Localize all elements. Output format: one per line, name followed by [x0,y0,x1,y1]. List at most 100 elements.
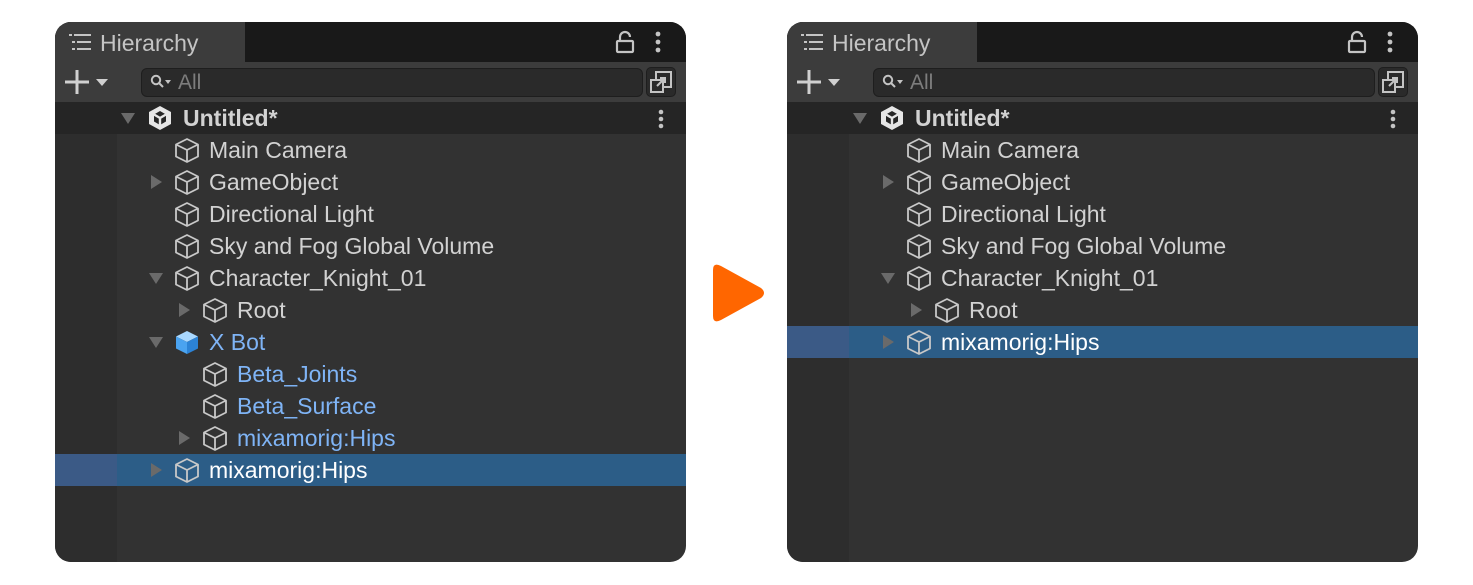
toolbar: All [55,62,686,103]
scene-header[interactable]: Untitled* [55,102,686,134]
cube-icon [203,298,227,323]
tree-item[interactable]: Character_Knight_01 [787,262,1418,294]
tab-bar: Hierarchy [55,22,686,62]
tab-title: Hierarchy [100,30,199,56]
cube-icon [203,362,227,387]
hierarchy-panel-after: Hierarchy All Untitled* Main Camera Game… [787,22,1418,562]
foldout-collapsed-icon[interactable] [177,303,191,317]
lock-icon[interactable] [615,30,635,54]
list-icon [69,34,91,50]
tree-item-label: X Bot [209,329,266,355]
cube-icon [907,202,931,227]
tree-item[interactable]: Main Camera [787,134,1418,166]
cube-icon [907,170,931,195]
unity-logo-icon [881,106,903,130]
tree-item-label: GameObject [209,169,339,195]
tree-item-label: mixamorig:Hips [941,329,1100,355]
tree-item[interactable]: Root [787,294,1418,326]
tree-item[interactable]: GameObject [55,166,686,198]
cube-icon [907,266,931,291]
foldout-expanded-icon[interactable] [121,111,135,125]
tab-title: Hierarchy [832,30,931,56]
foldout-collapsed-icon[interactable] [149,463,163,477]
foldout-expanded-icon[interactable] [149,335,163,349]
maximize-button[interactable] [1378,67,1408,97]
search-icon [882,74,903,88]
kebab-menu-icon[interactable] [652,30,664,54]
tree-item-label: Sky and Fog Global Volume [209,233,495,259]
tree-item-label: mixamorig:Hips [209,457,368,483]
foldout-collapsed-icon[interactable] [909,303,923,317]
cube-icon [203,394,227,419]
add-dropdown-button[interactable] [65,70,117,94]
tree-item-label: Directional Light [941,201,1106,227]
tree-item[interactable]: Character_Knight_01 [55,262,686,294]
tree-item[interactable]: Beta_Surface [55,390,686,422]
tree-item[interactable]: Directional Light [55,198,686,230]
tree-item-label: Beta_Surface [237,393,377,419]
cube-icon [203,426,227,451]
tree-item-label: Beta_Joints [237,361,358,387]
tree-item-label: Sky and Fog Global Volume [941,233,1227,259]
foldout-collapsed-icon[interactable] [177,431,191,445]
expand-icon [650,71,672,93]
cube-icon [175,458,199,483]
foldout-expanded-icon[interactable] [881,271,895,285]
tree-item[interactable]: Root [55,294,686,326]
cube-icon [175,234,199,259]
kebab-menu-icon[interactable] [1384,30,1396,54]
foldout-collapsed-icon[interactable] [881,335,895,349]
cube-icon [907,330,931,355]
kebab-menu-icon[interactable] [1387,108,1399,130]
tree-item-label: Character_Knight_01 [941,265,1159,291]
tree-item[interactable]: Sky and Fog Global Volume [787,230,1418,262]
cube-icon [935,298,959,323]
maximize-button[interactable] [646,67,676,97]
tree-item[interactable]: mixamorig:Hips [55,454,686,486]
tab-bar: Hierarchy [787,22,1418,62]
unity-logo-icon [149,106,171,130]
tree-item[interactable]: mixamorig:Hips [787,326,1418,358]
foldout-collapsed-icon[interactable] [149,175,163,189]
tree-item-label: Main Camera [941,137,1080,163]
list-icon [801,34,823,50]
foldout-collapsed-icon[interactable] [881,175,895,189]
kebab-menu-icon[interactable] [655,108,667,130]
tree-item[interactable]: mixamorig:Hips [55,422,686,454]
tree-item[interactable]: Beta_Joints [55,358,686,390]
tree-item[interactable]: Sky and Fog Global Volume [55,230,686,262]
cube-icon [175,138,199,163]
toolbar: All [787,62,1418,103]
arrow-right-icon [713,264,764,322]
selection-gutter [787,326,849,358]
hierarchy-panel-before: Hierarchy All Untitled* Main Camera Game… [55,22,686,562]
tree-item-label: Directional Light [209,201,374,227]
cube-icon [175,202,199,227]
search-icon [150,74,171,88]
tab-hierarchy[interactable]: Hierarchy [787,22,978,62]
hierarchy-tree: Untitled* Main Camera GameObject Direction… [787,102,1418,562]
prefab-cube-icon [176,331,198,354]
foldout-expanded-icon[interactable] [853,111,867,125]
tab-hierarchy[interactable]: Hierarchy [55,22,246,62]
search-placeholder: All [178,71,202,94]
cube-icon [907,138,931,163]
selection-gutter [55,454,117,486]
tree-item[interactable]: Directional Light [787,198,1418,230]
search-input[interactable]: All [141,68,643,97]
tree-item-label: Root [237,297,286,323]
foldout-expanded-icon[interactable] [149,271,163,285]
search-input[interactable]: All [873,68,1375,97]
scene-name: Untitled* [915,105,1010,131]
tree-item[interactable]: X Bot [55,326,686,358]
add-dropdown-button[interactable] [797,70,849,94]
scene-header[interactable]: Untitled* [787,102,1418,134]
search-placeholder: All [910,71,934,94]
cube-icon [175,266,199,291]
scene-name: Untitled* [183,105,278,131]
tree-item[interactable]: Main Camera [55,134,686,166]
lock-icon[interactable] [1347,30,1367,54]
expand-icon [1382,71,1404,93]
tree-item-label: mixamorig:Hips [237,425,396,451]
tree-item[interactable]: GameObject [787,166,1418,198]
